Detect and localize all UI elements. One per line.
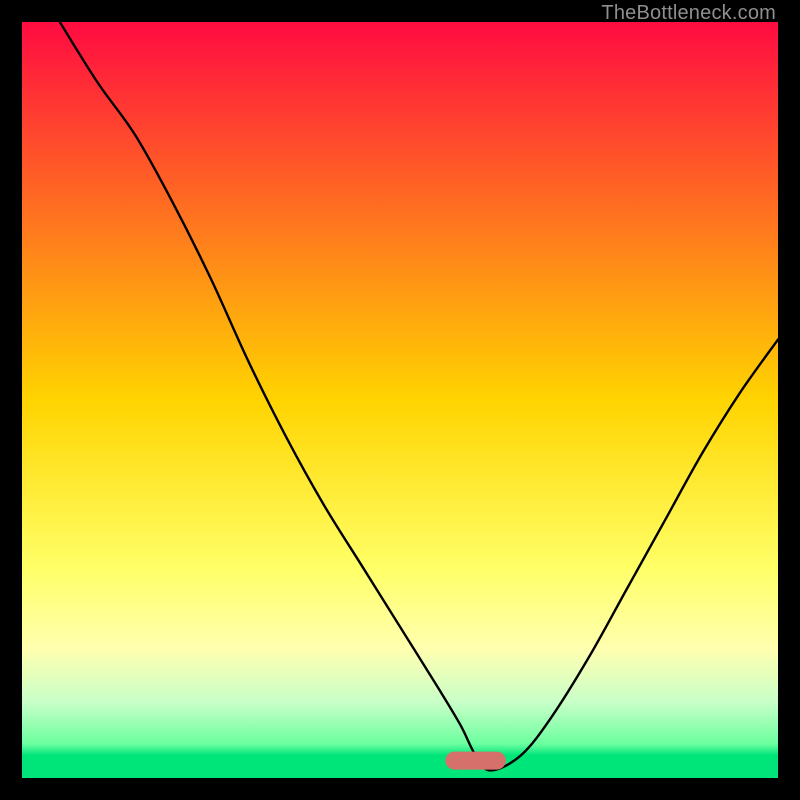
- baseline-band: [22, 757, 778, 778]
- watermark-text: TheBottleneck.com: [601, 2, 776, 25]
- optimal-marker: [445, 752, 505, 770]
- bottleneck-chart: [22, 22, 778, 778]
- chart-frame: [22, 22, 778, 778]
